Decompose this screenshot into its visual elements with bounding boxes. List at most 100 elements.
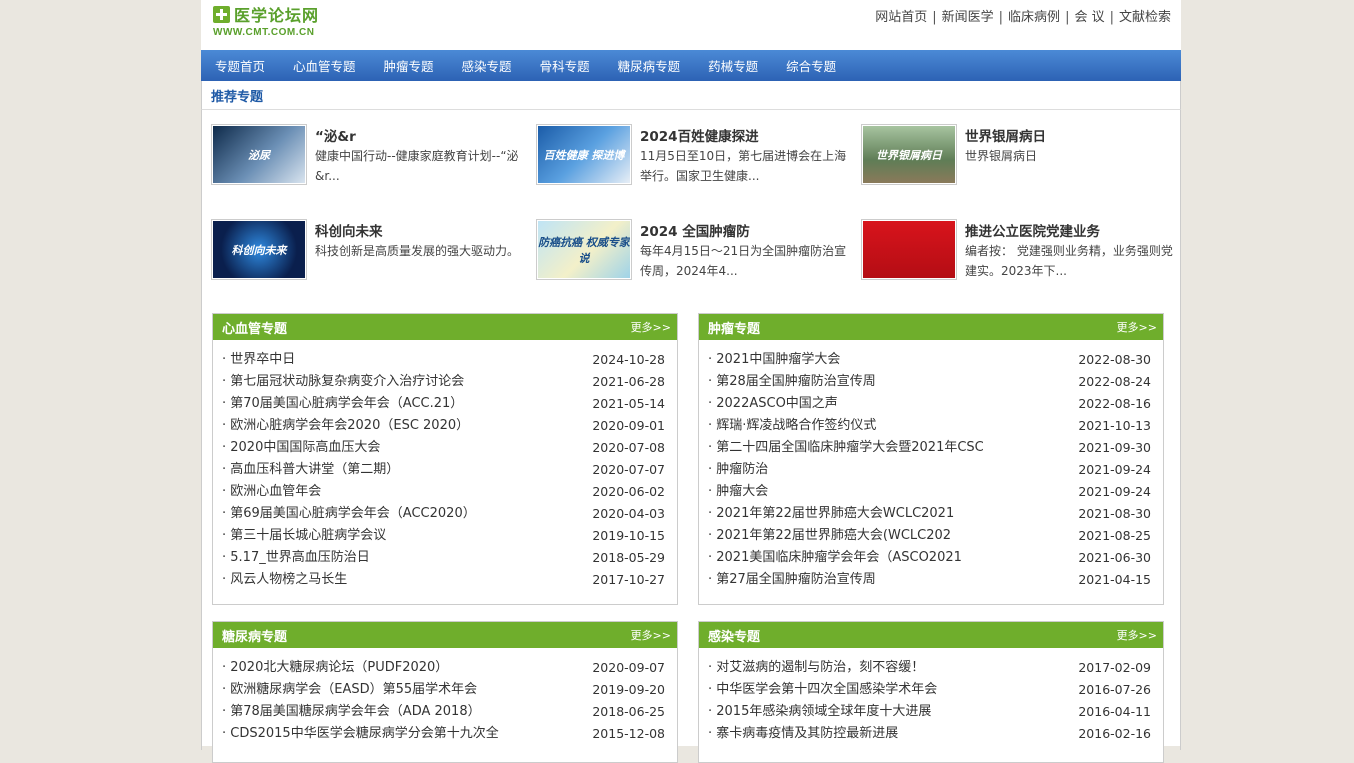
recommend-thumbnail[interactable]: 世界银屑病日	[861, 124, 957, 185]
list-item-title[interactable]: 第二十四届全国临床肿瘤学大会暨2021年CSC	[708, 437, 984, 459]
list-item[interactable]: 2021中国肿瘤学大会 2022-08-30	[708, 349, 1151, 371]
more-link[interactable]: 更多>>	[1117, 627, 1157, 643]
list-item[interactable]: 第28届全国肿瘤防治宣传周 2022-08-24	[708, 371, 1151, 393]
list-item[interactable]: 中华医学会第十四次全国感染学术年会 2016-07-26	[708, 679, 1151, 701]
recommend-item-title[interactable]: 推进公立医院党建业务	[965, 220, 1100, 240]
nav-item-infection[interactable]: 感染专题	[451, 56, 523, 75]
recommend-item[interactable]: 世界银屑病日 世界银屑病日 世界银屑病日	[861, 124, 1181, 194]
recommend-item-title[interactable]: 2024百姓健康探进	[640, 125, 759, 145]
toplink-meetings[interactable]: 会 议	[1074, 10, 1104, 25]
recommend-item-title[interactable]: 2024 全国肿瘤防	[640, 220, 750, 240]
list-item-title[interactable]: 第78届美国糖尿病学会年会（ADA 2018）	[222, 701, 480, 723]
more-link[interactable]: 更多>>	[631, 319, 671, 335]
nav-item-ortho[interactable]: 骨科专题	[529, 56, 601, 75]
list-item[interactable]: 肿瘤防治 2021-09-24	[708, 459, 1151, 481]
list-item-title[interactable]: CDS2015中华医学会糖尿病学分会第十九次全	[222, 723, 498, 745]
recommend-item-title[interactable]: 世界银屑病日	[965, 125, 1046, 145]
recommend-thumbnail[interactable]: 防癌抗癌 权威专家说	[536, 219, 632, 280]
list-item-date: 2017-02-09	[1078, 660, 1151, 675]
thumb-text: 百姓健康 探进博	[543, 148, 625, 162]
list-item-title[interactable]: 第28届全国肿瘤防治宣传周	[708, 371, 876, 393]
list-item[interactable]: 欧洲心血管年会 2020-06-02	[222, 481, 665, 503]
list-item[interactable]: 对艾滋病的遏制与防治，刻不容缓！ 2017-02-09	[708, 657, 1151, 679]
nav-item-oncology[interactable]: 肿瘤专题	[373, 56, 445, 75]
list-item-title[interactable]: 2021美国临床肿瘤学会年会（ASCO2021	[708, 547, 962, 569]
list-item[interactable]: 欧洲糖尿病学会（EASD）第55届学术年会 2019-09-20	[222, 679, 665, 701]
list-item-title[interactable]: 第七届冠状动脉复杂病变介入治疗讨论会	[222, 371, 464, 393]
list-item[interactable]: 第27届全国肿瘤防治宣传周 2021-04-15	[708, 569, 1151, 591]
list-item[interactable]: 高血压科普大讲堂（第二期） 2020-07-07	[222, 459, 665, 481]
list-item[interactable]: 2021年第22届世界肺癌大会WCLC2021 2021-08-30	[708, 503, 1151, 525]
recommend-thumbnail[interactable]: 科创向未来	[211, 219, 307, 280]
list-item-date: 2020-09-07	[592, 660, 665, 675]
list-item-title[interactable]: 肿瘤防治	[708, 459, 768, 481]
list-item[interactable]: 风云人物榜之马长生 2017-10-27	[222, 569, 665, 591]
more-link[interactable]: 更多>>	[631, 627, 671, 643]
list-item-title[interactable]: 2022ASCO中国之声	[708, 393, 838, 415]
list-item-title[interactable]: 2015年感染病领域全球年度十大进展	[708, 701, 931, 723]
list-item-title[interactable]: 2020中国国际高血压大会	[222, 437, 380, 459]
nav-item-cardio[interactable]: 心血管专题	[282, 56, 367, 75]
list-item-title[interactable]: 2021年第22届世界肺癌大会(WCLC202	[708, 525, 951, 547]
list-item-title[interactable]: 第三十届长城心脏病学会议	[222, 525, 386, 547]
list-item-title[interactable]: 寨卡病毒疫情及其防控最新进展	[708, 723, 898, 745]
list-item[interactable]: 第二十四届全国临床肿瘤学大会暨2021年CSC 2021-09-30	[708, 437, 1151, 459]
more-link[interactable]: 更多>>	[1117, 319, 1157, 335]
list-item-title[interactable]: 欧洲糖尿病学会（EASD）第55届学术年会	[222, 679, 477, 701]
toplink-cases[interactable]: 临床病例	[1008, 10, 1060, 25]
list-item-title[interactable]: 肿瘤大会	[708, 481, 768, 503]
list-item[interactable]: 肿瘤大会 2021-09-24	[708, 481, 1151, 503]
list-item[interactable]: 2020中国国际高血压大会 2020-07-08	[222, 437, 665, 459]
nav-item-general[interactable]: 综合专题	[775, 56, 847, 75]
recommend-item[interactable]: 科创向未来 科创向未来 科技创新是高质量发展的强大驱动力。	[211, 219, 531, 289]
recommend-item[interactable]: 防癌抗癌 权威专家说 2024 全国肿瘤防 每年4月15日～21日为全国肿瘤防治…	[536, 219, 856, 289]
list-item-title[interactable]: 第27届全国肿瘤防治宣传周	[708, 569, 876, 591]
recommend-thumbnail[interactable]: 百姓健康 探进博	[536, 124, 632, 185]
list-item[interactable]: 第三十届长城心脏病学会议 2019-10-15	[222, 525, 665, 547]
list-item[interactable]: 2022ASCO中国之声 2022-08-16	[708, 393, 1151, 415]
list-item-title[interactable]: 第70届美国心脏病学会年会（ACC.21）	[222, 393, 463, 415]
recommend-item-title[interactable]: “泌&r	[315, 125, 356, 145]
recommend-item[interactable]: 推进公立医院党建业务 编者按： 党建强则业务精，业务强则党建实。2023年下..…	[861, 219, 1181, 289]
list-item[interactable]: 寨卡病毒疫情及其防控最新进展 2016-02-16	[708, 723, 1151, 745]
list-item-title[interactable]: 欧洲心脏病学会年会2020（ESC 2020）	[222, 415, 469, 437]
toplink-news[interactable]: 新闻医学	[942, 10, 994, 25]
list-item[interactable]: 第70届美国心脏病学会年会（ACC.21） 2021-05-14	[222, 393, 665, 415]
recommend-item[interactable]: 百姓健康 探进博 2024百姓健康探进 11月5日至10日，第七届进博会在上海举…	[536, 124, 856, 194]
list-item[interactable]: 第69届美国心脏病学会年会（ACC2020） 2020-04-03	[222, 503, 665, 525]
list-item[interactable]: 2020北大糖尿病论坛（PUDF2020） 2020-09-07	[222, 657, 665, 679]
list-item[interactable]: 2015年感染病领域全球年度十大进展 2016-04-11	[708, 701, 1151, 723]
list-item-title[interactable]: 第69届美国心脏病学会年会（ACC2020）	[222, 503, 475, 525]
nav-item-diabetes[interactable]: 糖尿病专题	[607, 56, 692, 75]
list-item-title[interactable]: 高血压科普大讲堂（第二期）	[222, 459, 399, 481]
list-item-title[interactable]: 世界卒中日	[222, 349, 295, 371]
toplink-home[interactable]: 网站首页	[875, 10, 927, 25]
list-item[interactable]: 辉瑞·辉凌战略合作签约仪式 2021-10-13	[708, 415, 1151, 437]
list-item-title[interactable]: 对艾滋病的遏制与防治，刻不容缓！	[708, 657, 924, 679]
toplink-literature[interactable]: 文献检索	[1119, 10, 1171, 25]
list-item[interactable]: 世界卒中日 2024-10-28	[222, 349, 665, 371]
recommend-thumbnail[interactable]: 泌尿	[211, 124, 307, 185]
list-item[interactable]: 欧洲心脏病学会年会2020（ESC 2020） 2020-09-01	[222, 415, 665, 437]
list-item[interactable]: 5.17_世界高血压防治日 2018-05-29	[222, 547, 665, 569]
list-item-title[interactable]: 中华医学会第十四次全国感染学术年会	[708, 679, 937, 701]
list-item-title[interactable]: 2021中国肿瘤学大会	[708, 349, 840, 371]
list-item-title[interactable]: 风云人物榜之马长生	[222, 569, 347, 591]
list-item-title[interactable]: 辉瑞·辉凌战略合作签约仪式	[708, 415, 876, 437]
list-item[interactable]: CDS2015中华医学会糖尿病学分会第十九次全 2015-12-08	[222, 723, 665, 745]
nav-item-home[interactable]: 专题首页	[204, 56, 276, 75]
recommend-item[interactable]: 泌尿 “泌&r 健康中国行动--健康家庭教育计划--“泌&r...	[211, 124, 531, 194]
site-logo[interactable]: 医学论坛网 WWW.CMT.COM.CN	[213, 2, 319, 38]
list-item-title[interactable]: 2020北大糖尿病论坛（PUDF2020）	[222, 657, 448, 679]
list-item[interactable]: 第78届美国糖尿病学会年会（ADA 2018） 2018-06-25	[222, 701, 665, 723]
list-item-title[interactable]: 欧洲心血管年会	[222, 481, 321, 503]
list-item[interactable]: 2021年第22届世界肺癌大会(WCLC202 2021-08-25	[708, 525, 1151, 547]
list-item[interactable]: 第七届冠状动脉复杂病变介入治疗讨论会 2021-06-28	[222, 371, 665, 393]
list-item-date: 2021-09-30	[1078, 440, 1151, 455]
recommend-thumbnail[interactable]	[861, 219, 957, 280]
list-item[interactable]: 2021美国临床肿瘤学会年会（ASCO2021 2021-06-30	[708, 547, 1151, 569]
nav-item-devices[interactable]: 药械专题	[697, 56, 769, 75]
list-item-title[interactable]: 2021年第22届世界肺癌大会WCLC2021	[708, 503, 954, 525]
list-item-title[interactable]: 5.17_世界高血压防治日	[222, 547, 369, 569]
recommend-item-title[interactable]: 科创向未来	[315, 220, 383, 240]
